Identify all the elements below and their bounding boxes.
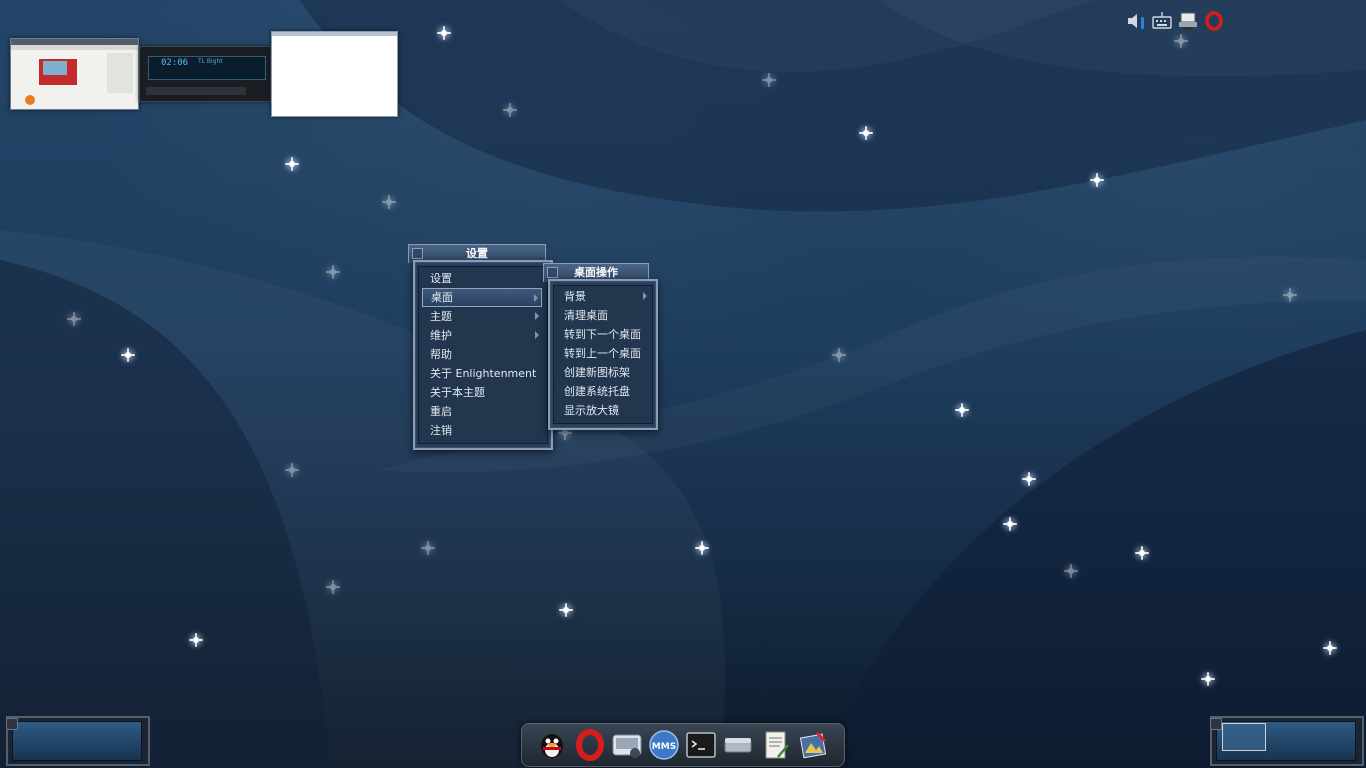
desktop-menu-item[interactable]: 清理桌面: [556, 306, 650, 325]
desktop-menu-item[interactable]: 创建系统托盘: [556, 382, 650, 401]
star-icon: [1283, 288, 1297, 302]
desktop-pager-right[interactable]: [1204, 713, 1364, 768]
opera-icon[interactable]: [574, 729, 606, 761]
settings-menu-item-label: 主题: [430, 310, 452, 323]
settings-menu-item-label: 帮助: [430, 348, 452, 361]
settings-menu-item[interactable]: 维护: [422, 326, 542, 345]
desktop-operations-menu: 桌面操作 背景 清理桌面 转到下一个桌面 转到上一个桌面 创建新图标架 创建系统托盘 显示放…: [543, 263, 659, 431]
terminal-window-thumbnail[interactable]: [271, 31, 398, 117]
svg-text:MMS: MMS: [652, 742, 676, 752]
system-tray: [1124, 8, 1228, 34]
star-icon: [382, 195, 396, 209]
desktop-menu-item-label: 创建新图标架: [564, 366, 630, 379]
settings-menu: 设置 设置 桌面 主题 维护 帮助 关于 Enlightenment 关于本主题 重启 注销: [408, 244, 554, 450]
star-icon: [695, 541, 709, 555]
settings-menu-item[interactable]: 主题: [422, 307, 542, 326]
settings-menu-item-label: 重启: [430, 405, 452, 418]
star-icon: [421, 541, 435, 555]
desktop-pager-left[interactable]: [0, 713, 150, 768]
submenu-arrow-icon: [534, 294, 538, 302]
drive-icon[interactable]: [722, 729, 754, 761]
player-track: TL Bight: [198, 58, 223, 65]
star-icon: [1090, 173, 1104, 187]
graphics-icon[interactable]: [797, 729, 829, 761]
pager-pin-icon[interactable]: [6, 718, 18, 730]
desktop-menu-item[interactable]: 显示放大镜: [556, 401, 650, 420]
terminal-icon[interactable]: [685, 729, 717, 761]
star-icon: [955, 403, 969, 417]
settings-menu-item[interactable]: 注销: [422, 421, 542, 440]
settings-menu-item-label: 设置: [430, 272, 452, 285]
desktop-menu-item[interactable]: 转到下一个桌面: [556, 325, 650, 344]
menu-pin-icon[interactable]: [412, 248, 423, 259]
firefox-icon: [25, 95, 35, 105]
star-icon: [326, 265, 340, 279]
submenu-arrow-icon: [535, 312, 539, 320]
star-icon: [1064, 564, 1078, 578]
settings-menu-item[interactable]: 重启: [422, 402, 542, 421]
settings-menu-item[interactable]: 关于本主题: [422, 383, 542, 402]
desktop-menu-item-label: 创建系统托盘: [564, 385, 630, 398]
desktop-menu-item[interactable]: 转到上一个桌面: [556, 344, 650, 363]
star-icon: [1323, 641, 1337, 655]
settings-menu-item[interactable]: 设置: [422, 269, 542, 288]
pager-window-marker: [1222, 723, 1266, 751]
star-icon: [559, 603, 573, 617]
player-time: 02:06: [161, 58, 189, 68]
text-editor-icon[interactable]: [760, 729, 792, 761]
settings-menu-item-label: 关于本主题: [430, 386, 485, 399]
settings-menu-item-label: 关于 Enlightenment: [430, 367, 537, 380]
star-icon: [1201, 672, 1215, 686]
keyboard-icon[interactable]: [1152, 11, 1172, 31]
media-player-window-thumbnail[interactable]: 02:06 TL Bight: [139, 46, 271, 102]
network-icon[interactable]: [1178, 11, 1198, 31]
star-icon: [859, 126, 873, 140]
star-icon: [189, 633, 203, 647]
menu-pin-icon[interactable]: [547, 267, 558, 278]
settings-menu-item-label: 注销: [430, 424, 452, 437]
settings-menu-item-label: 桌面: [431, 291, 453, 304]
star-icon: [285, 157, 299, 171]
desktop-menu-item-label: 显示放大镜: [564, 404, 619, 417]
desktop-menu-item[interactable]: 创建新图标架: [556, 363, 650, 382]
star-icon: [67, 312, 81, 326]
desktop-preview[interactable]: [12, 721, 142, 761]
desktop-menu-item-label: 转到下一个桌面: [564, 328, 641, 341]
desktop-menu-item[interactable]: 背景: [556, 287, 650, 306]
star-icon: [1022, 472, 1036, 486]
star-icon: [326, 580, 340, 594]
desktop-menu-item-label: 清理桌面: [564, 309, 608, 322]
mms-icon[interactable]: MMS: [648, 729, 680, 761]
star-icon: [437, 26, 451, 40]
volume-icon[interactable]: [1126, 11, 1146, 31]
settings-menu-item[interactable]: 桌面: [422, 288, 542, 307]
star-icon: [762, 73, 776, 87]
star-icon: [503, 103, 517, 117]
desktop-menu-item-label: 背景: [564, 290, 586, 303]
star-icon: [1174, 34, 1188, 48]
desktop-background[interactable]: [0, 0, 1366, 768]
settings-menu-item[interactable]: 帮助: [422, 345, 542, 364]
opera-icon[interactable]: [1204, 11, 1224, 31]
star-icon: [1135, 546, 1149, 560]
dock: MMS: [521, 723, 845, 767]
submenu-arrow-icon: [643, 292, 647, 300]
star-icon: [1003, 517, 1017, 531]
star-icon: [285, 463, 299, 477]
star-icon: [832, 348, 846, 362]
wallpaper-swirls: [0, 0, 1366, 768]
pager-pin-icon[interactable]: [1210, 718, 1222, 730]
submenu-arrow-icon: [535, 331, 539, 339]
settings-menu-item[interactable]: 关于 Enlightenment: [422, 364, 542, 383]
star-icon: [121, 348, 135, 362]
settings-menu-item-label: 维护: [430, 329, 452, 342]
browser-window-thumbnail[interactable]: [10, 38, 139, 110]
qq-penguin-icon[interactable]: [536, 729, 568, 761]
desktop-menu-item-label: 转到上一个桌面: [564, 347, 641, 360]
mplayer-icon[interactable]: [611, 729, 643, 761]
